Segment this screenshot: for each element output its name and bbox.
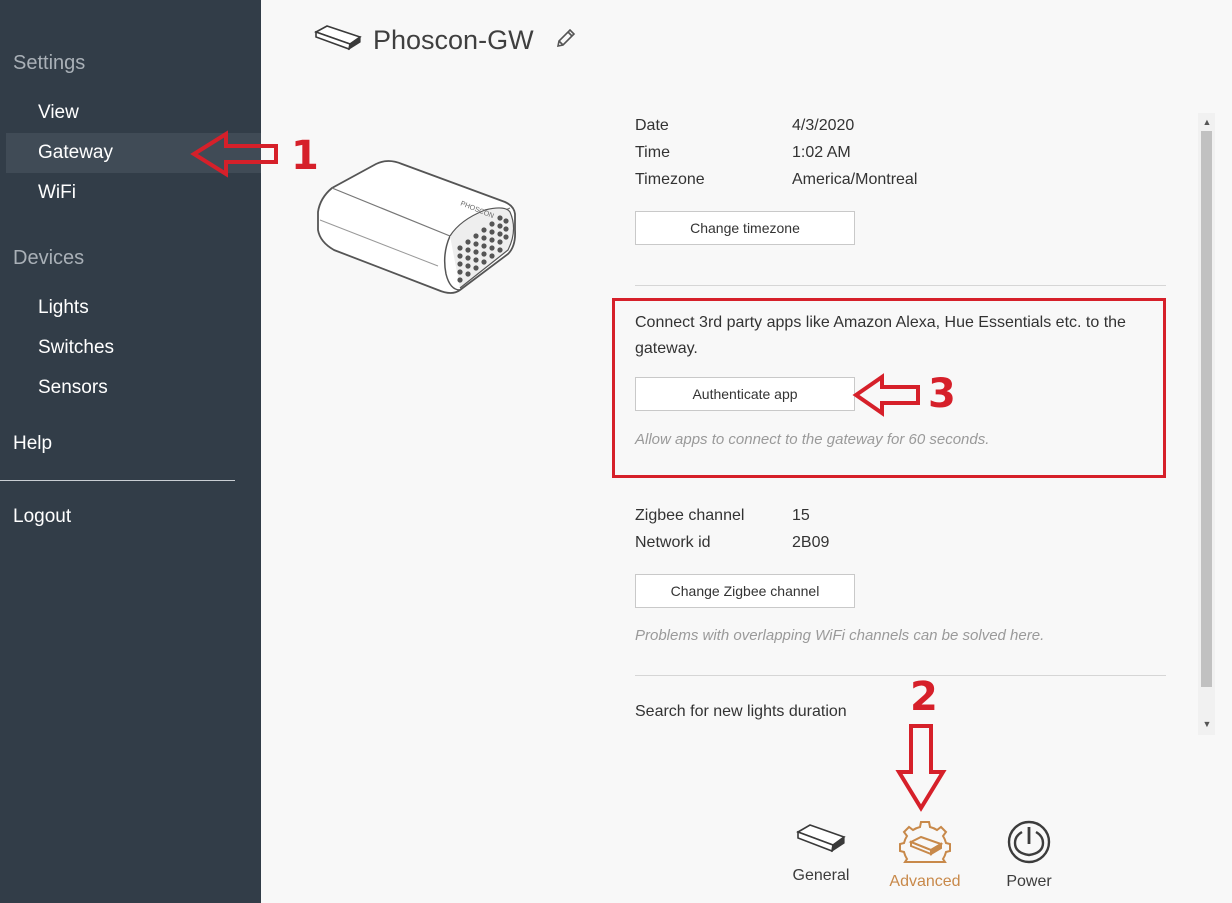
network-id-value: 2B09 bbox=[792, 534, 830, 551]
search-duration-label: Search for new lights duration bbox=[635, 703, 847, 720]
tab-general[interactable]: General bbox=[776, 820, 866, 885]
sidebar-item-switches[interactable]: Switches bbox=[0, 328, 261, 368]
tab-power-label: Power bbox=[1006, 873, 1052, 890]
sidebar-item-sensors[interactable]: Sensors bbox=[0, 368, 261, 408]
scroll-down-arrow-icon[interactable]: ▼ bbox=[1202, 719, 1212, 729]
sidebar-item-view[interactable]: View bbox=[0, 93, 261, 133]
pencil-icon[interactable] bbox=[554, 26, 578, 55]
authenticate-app-button[interactable]: Authenticate app bbox=[635, 377, 855, 411]
zigbee-channel-label: Zigbee channel bbox=[635, 507, 745, 524]
section-divider bbox=[635, 285, 1166, 286]
tab-general-label: General bbox=[792, 867, 850, 884]
sidebar-item-lights[interactable]: Lights bbox=[0, 288, 261, 328]
network-id-label: Network id bbox=[635, 534, 711, 551]
tab-advanced-label: Advanced bbox=[889, 873, 961, 890]
date-value: 4/3/2020 bbox=[792, 117, 855, 134]
section-divider bbox=[635, 675, 1166, 676]
annotation-arrow-down-icon bbox=[895, 724, 947, 812]
timezone-label: Timezone bbox=[635, 171, 705, 188]
devices-heading: Devices bbox=[13, 247, 85, 269]
zigbee-hint: Problems with overlapping WiFi channels … bbox=[635, 627, 1045, 644]
change-zigbee-channel-button[interactable]: Change Zigbee channel bbox=[635, 574, 855, 608]
page-title: Phoscon-GW bbox=[373, 24, 534, 55]
page-header: Phoscon-GW bbox=[313, 22, 578, 58]
sidebar-item-logout[interactable]: Logout bbox=[13, 506, 71, 528]
change-timezone-button[interactable]: Change timezone bbox=[635, 211, 855, 245]
power-icon bbox=[1003, 820, 1055, 868]
date-label: Date bbox=[635, 117, 669, 134]
gateway-icon bbox=[795, 824, 847, 862]
settings-heading: Settings bbox=[13, 52, 86, 74]
sidebar-item-help[interactable]: Help bbox=[13, 433, 52, 455]
gear-gateway-icon bbox=[899, 821, 951, 868]
annotation-arrow-left-icon bbox=[190, 130, 278, 178]
annotation-number-2: 2 bbox=[910, 674, 938, 720]
gateway-device-image: PHOSCON bbox=[310, 150, 525, 305]
zigbee-channel-value: 15 bbox=[792, 507, 810, 524]
annotation-number-1: 1 bbox=[291, 133, 319, 179]
time-label: Time bbox=[635, 144, 670, 161]
sidebar-divider bbox=[0, 480, 235, 481]
tab-power[interactable]: Power bbox=[984, 820, 1074, 891]
timezone-value: America/Montreal bbox=[792, 171, 918, 188]
authenticate-description: Connect 3rd party apps like Amazon Alexa… bbox=[635, 314, 1126, 357]
gateway-icon bbox=[313, 23, 363, 58]
time-value: 1:02 AM bbox=[792, 144, 851, 161]
scrollbar-thumb[interactable] bbox=[1201, 131, 1212, 687]
scroll-up-arrow-icon[interactable]: ▲ bbox=[1202, 117, 1212, 127]
authenticate-hint: Allow apps to connect to the gateway for… bbox=[635, 431, 990, 448]
annotation-number-3: 3 bbox=[928, 371, 956, 417]
tab-advanced[interactable]: Advanced bbox=[880, 820, 970, 891]
annotation-arrow-left-icon bbox=[852, 373, 920, 417]
